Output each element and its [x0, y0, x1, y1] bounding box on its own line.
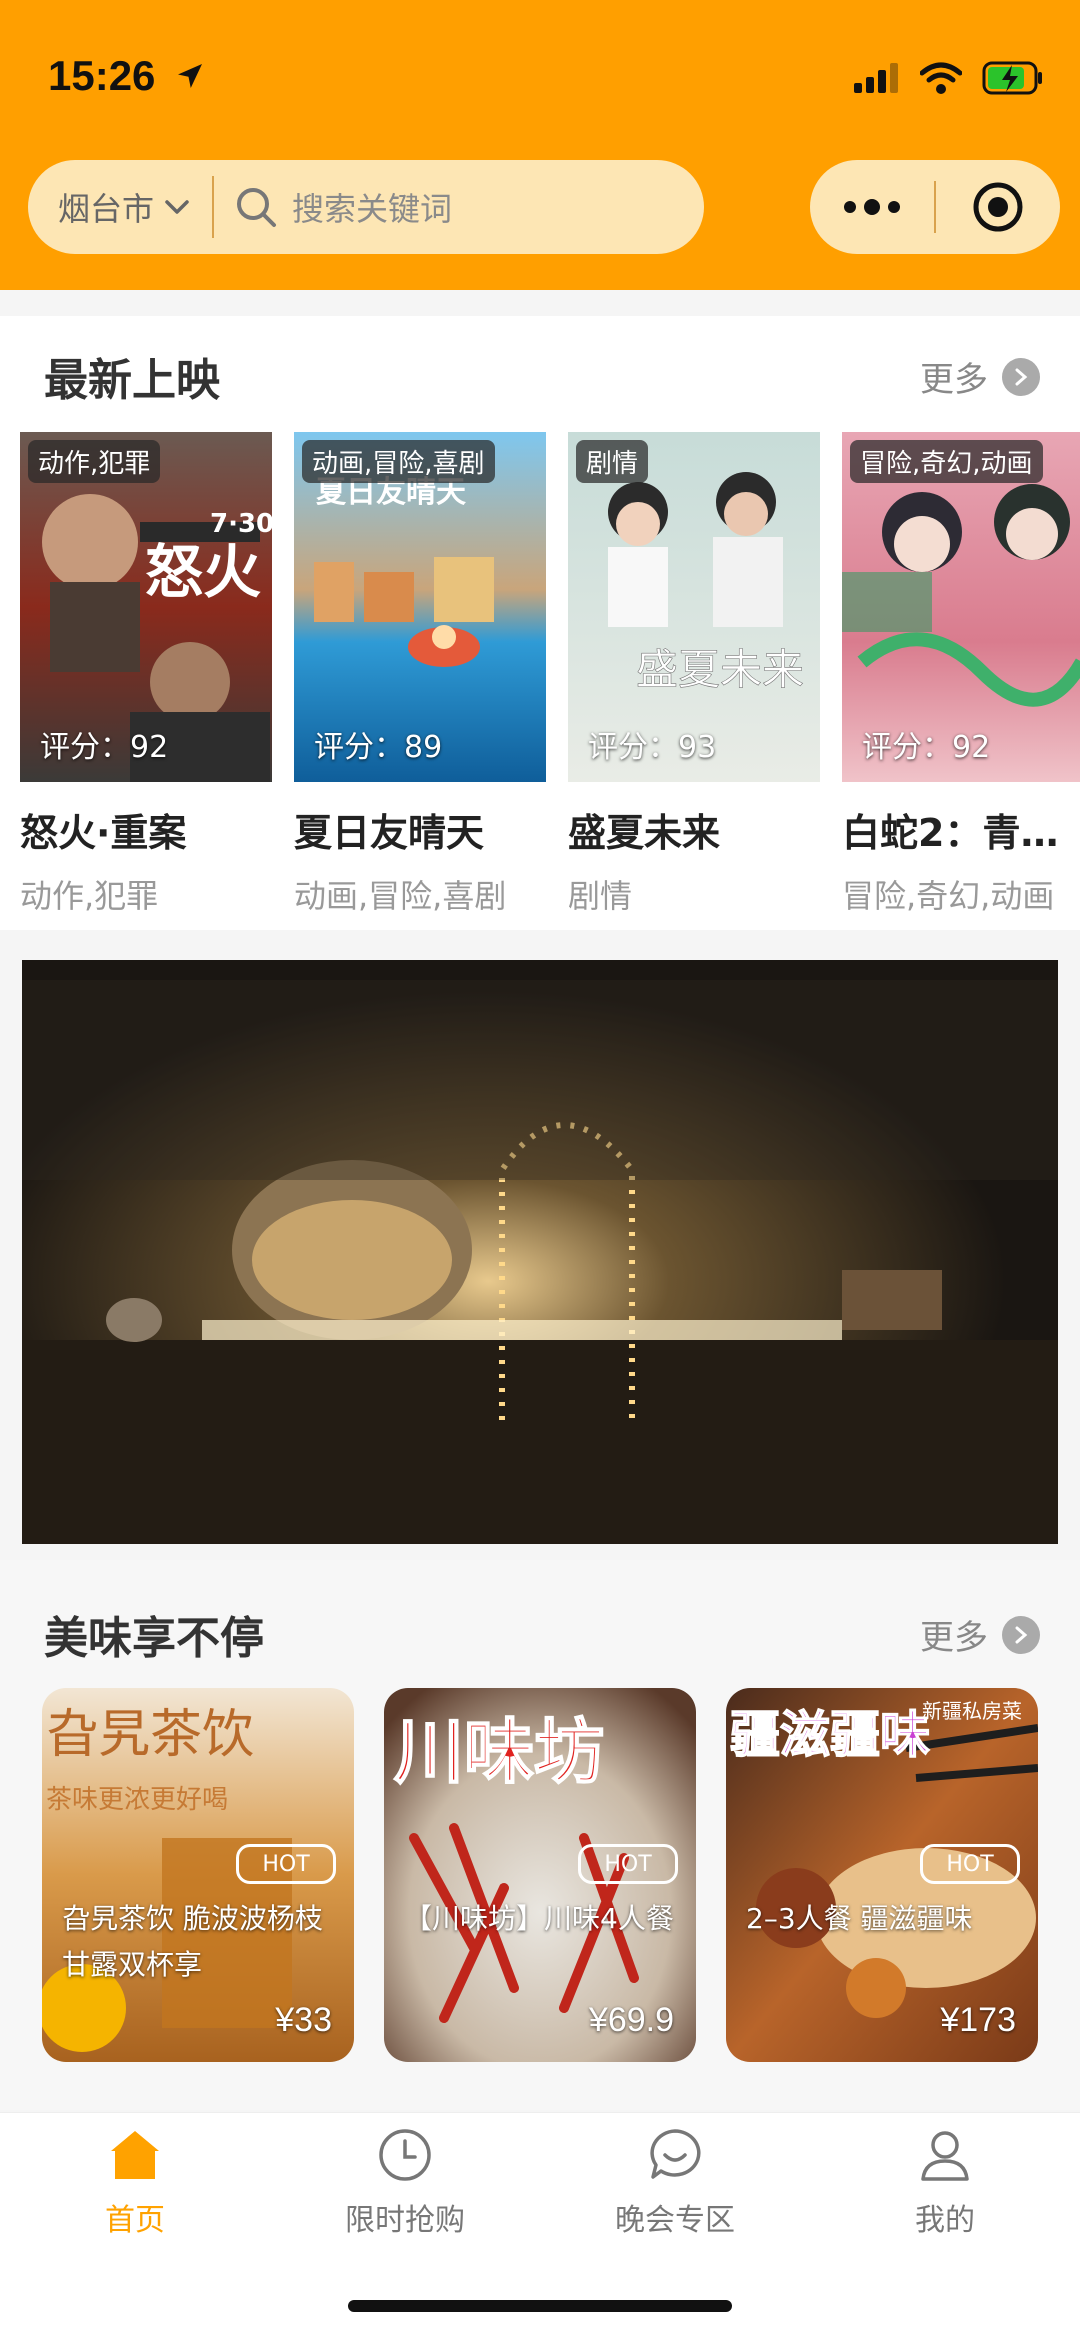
- movie-genre: 动画,冒险,喜剧: [294, 877, 507, 915]
- shop-sign: 川味坊: [394, 1711, 604, 1793]
- movie-poster: 怒火 7·30 动作,犯罪 评分：92: [20, 432, 272, 782]
- city-label: 烟台市: [58, 190, 155, 228]
- food-description: 2–3人餐 疆滋疆味: [746, 1902, 973, 1935]
- movie-genre: 动作,犯罪: [20, 877, 159, 915]
- movie-card[interactable]: 夏日友晴天 动画,冒险,喜剧 评分：89 夏日友晴天 动画,冒险,喜剧: [294, 432, 546, 917]
- wifi-icon: [920, 62, 962, 94]
- movie-poster: 夏日友晴天 动画,冒险,喜剧 评分：89: [294, 432, 546, 782]
- chevron-right-icon: [1002, 357, 1040, 396]
- movie-poster: 盛夏未来 剧情 评分：93: [568, 432, 820, 782]
- food-description: 旮旯茶饮 脆波波杨枝甘露双杯享: [62, 1902, 323, 1981]
- shop-sign: 旮旯茶饮: [46, 1705, 254, 1765]
- svg-text:怒火: 怒火: [145, 538, 261, 606]
- tab-label: 首页: [105, 2203, 165, 2238]
- status-indicators: [854, 58, 1044, 98]
- genre-tag: 冒险,奇幻,动画: [850, 440, 1043, 483]
- movie-card[interactable]: 怒火 7·30 动作,犯罪 评分：92 怒火·重案 动作,犯罪: [20, 432, 272, 917]
- cellular-signal-icon: [854, 63, 898, 93]
- location-arrow-icon: [178, 64, 202, 88]
- chat-bubble-icon: [650, 2129, 701, 2179]
- food-section-title: 美味享不停: [44, 1613, 264, 1664]
- more-label: 更多: [920, 360, 988, 400]
- search-bar[interactable]: 烟台市 搜索关键词: [28, 160, 704, 254]
- home-indicator: [348, 2300, 732, 2312]
- svg-text:盛夏未来: 盛夏未来: [636, 645, 804, 694]
- movie-score: 评分：89: [314, 730, 443, 765]
- home-icon: [111, 2131, 159, 2179]
- search-icon: [237, 188, 277, 227]
- movie-score: 评分：92: [862, 730, 991, 765]
- hot-badge: HOT: [578, 1844, 678, 1884]
- tab-label: 限时抢购: [345, 2203, 465, 2238]
- clock-icon: [379, 2129, 431, 2181]
- search-input[interactable]: 搜索关键词: [292, 184, 452, 230]
- movie-score: 评分：92: [40, 730, 169, 765]
- genre-tag: 动画,冒险,喜剧: [302, 440, 495, 483]
- genre-tag: 剧情: [576, 440, 649, 483]
- movie-title: 白蛇2：青…: [842, 811, 1059, 855]
- banner-image: [22, 960, 1058, 1544]
- movies-more-link[interactable]: 更多: [920, 352, 1040, 401]
- search-divider: [212, 176, 215, 238]
- movie-genre: 冒险,奇幻,动画: [842, 877, 1055, 915]
- movie-card[interactable]: 盛夏未来 剧情 评分：93 盛夏未来 剧情: [568, 432, 820, 917]
- hot-badge: HOT: [236, 1844, 336, 1884]
- tab-label: 晚会专区: [615, 2203, 735, 2238]
- status-time: 15:26: [48, 52, 156, 99]
- promo-banner[interactable]: [22, 960, 1058, 1544]
- movies-section-title: 最新上映: [44, 355, 220, 406]
- svg-text:7·30: 7·30: [210, 509, 272, 539]
- shop-sign: 疆滋疆味: [730, 1706, 930, 1764]
- food-price: ¥33: [275, 2001, 332, 2039]
- target-circle-icon: [973, 182, 1023, 232]
- food-price: ¥173: [940, 2001, 1016, 2039]
- movie-title: 夏日友晴天: [294, 811, 485, 855]
- genre-tag: 动作,犯罪: [28, 440, 161, 483]
- food-description: 【川味坊】川味4人餐: [404, 1902, 674, 1935]
- more-dots-icon: [844, 199, 900, 215]
- hot-badge: HOT: [920, 1844, 1020, 1884]
- tab-flash-sale[interactable]: 限时抢购: [270, 2127, 540, 2239]
- food-more-link[interactable]: 更多: [920, 1610, 1040, 1659]
- tab-profile[interactable]: 我的: [810, 2127, 1080, 2239]
- chevron-down-icon: [165, 200, 189, 214]
- svg-text:新疆私房菜: 新疆私房菜: [922, 1699, 1022, 1723]
- more-label: 更多: [920, 1618, 988, 1658]
- food-price: ¥69.9: [588, 2001, 674, 2039]
- battery-charging-icon: [982, 61, 1042, 95]
- movie-title: 怒火·重案: [20, 811, 187, 855]
- tab-party-zone[interactable]: 晚会专区: [540, 2127, 810, 2239]
- close-miniprogram-button[interactable]: [936, 160, 1060, 254]
- city-selector[interactable]: 烟台市: [28, 160, 190, 254]
- food-section: 美味享不停 更多 旮旯茶饮 茶味更浓更好喝 HOT 旮旯茶饮 脆波波杨枝甘露双杯…: [0, 1560, 1080, 2110]
- movie-genre: 剧情: [568, 877, 633, 915]
- movie-poster: 冒险,奇幻,动画 评分：92: [842, 432, 1080, 782]
- movie-title: 盛夏未来: [568, 811, 721, 855]
- miniprogram-capsule: [810, 160, 1060, 254]
- food-card[interactable]: 疆滋疆味 新疆私房菜 HOT 2–3人餐 疆滋疆味 ¥173: [726, 1688, 1038, 2062]
- movie-score: 评分：93: [588, 730, 717, 765]
- food-card[interactable]: 川味坊 HOT 【川味坊】川味4人餐 ¥69.9: [384, 1688, 696, 2062]
- tab-home[interactable]: 首页: [0, 2127, 270, 2239]
- header: 15:26 烟台市 搜索关键词: [0, 0, 1080, 290]
- movie-card[interactable]: 冒险,奇幻,动画 评分：92 白蛇2：青… 冒险,奇幻,动画: [842, 432, 1080, 917]
- food-card[interactable]: 旮旯茶饮 茶味更浓更好喝 HOT 旮旯茶饮 脆波波杨枝甘露双杯享 ¥33: [42, 1688, 354, 2062]
- more-options-button[interactable]: [810, 160, 934, 254]
- svg-text:茶味更浓更好喝: 茶味更浓更好喝: [46, 1785, 228, 1815]
- chevron-right-icon: [1002, 1615, 1040, 1654]
- movies-section: 最新上映 更多 怒火 7·30 动作,犯罪 评分：92 怒火·重案 动作,犯罪: [0, 316, 1080, 930]
- user-icon: [921, 2131, 969, 2181]
- tab-label: 我的: [915, 2203, 975, 2238]
